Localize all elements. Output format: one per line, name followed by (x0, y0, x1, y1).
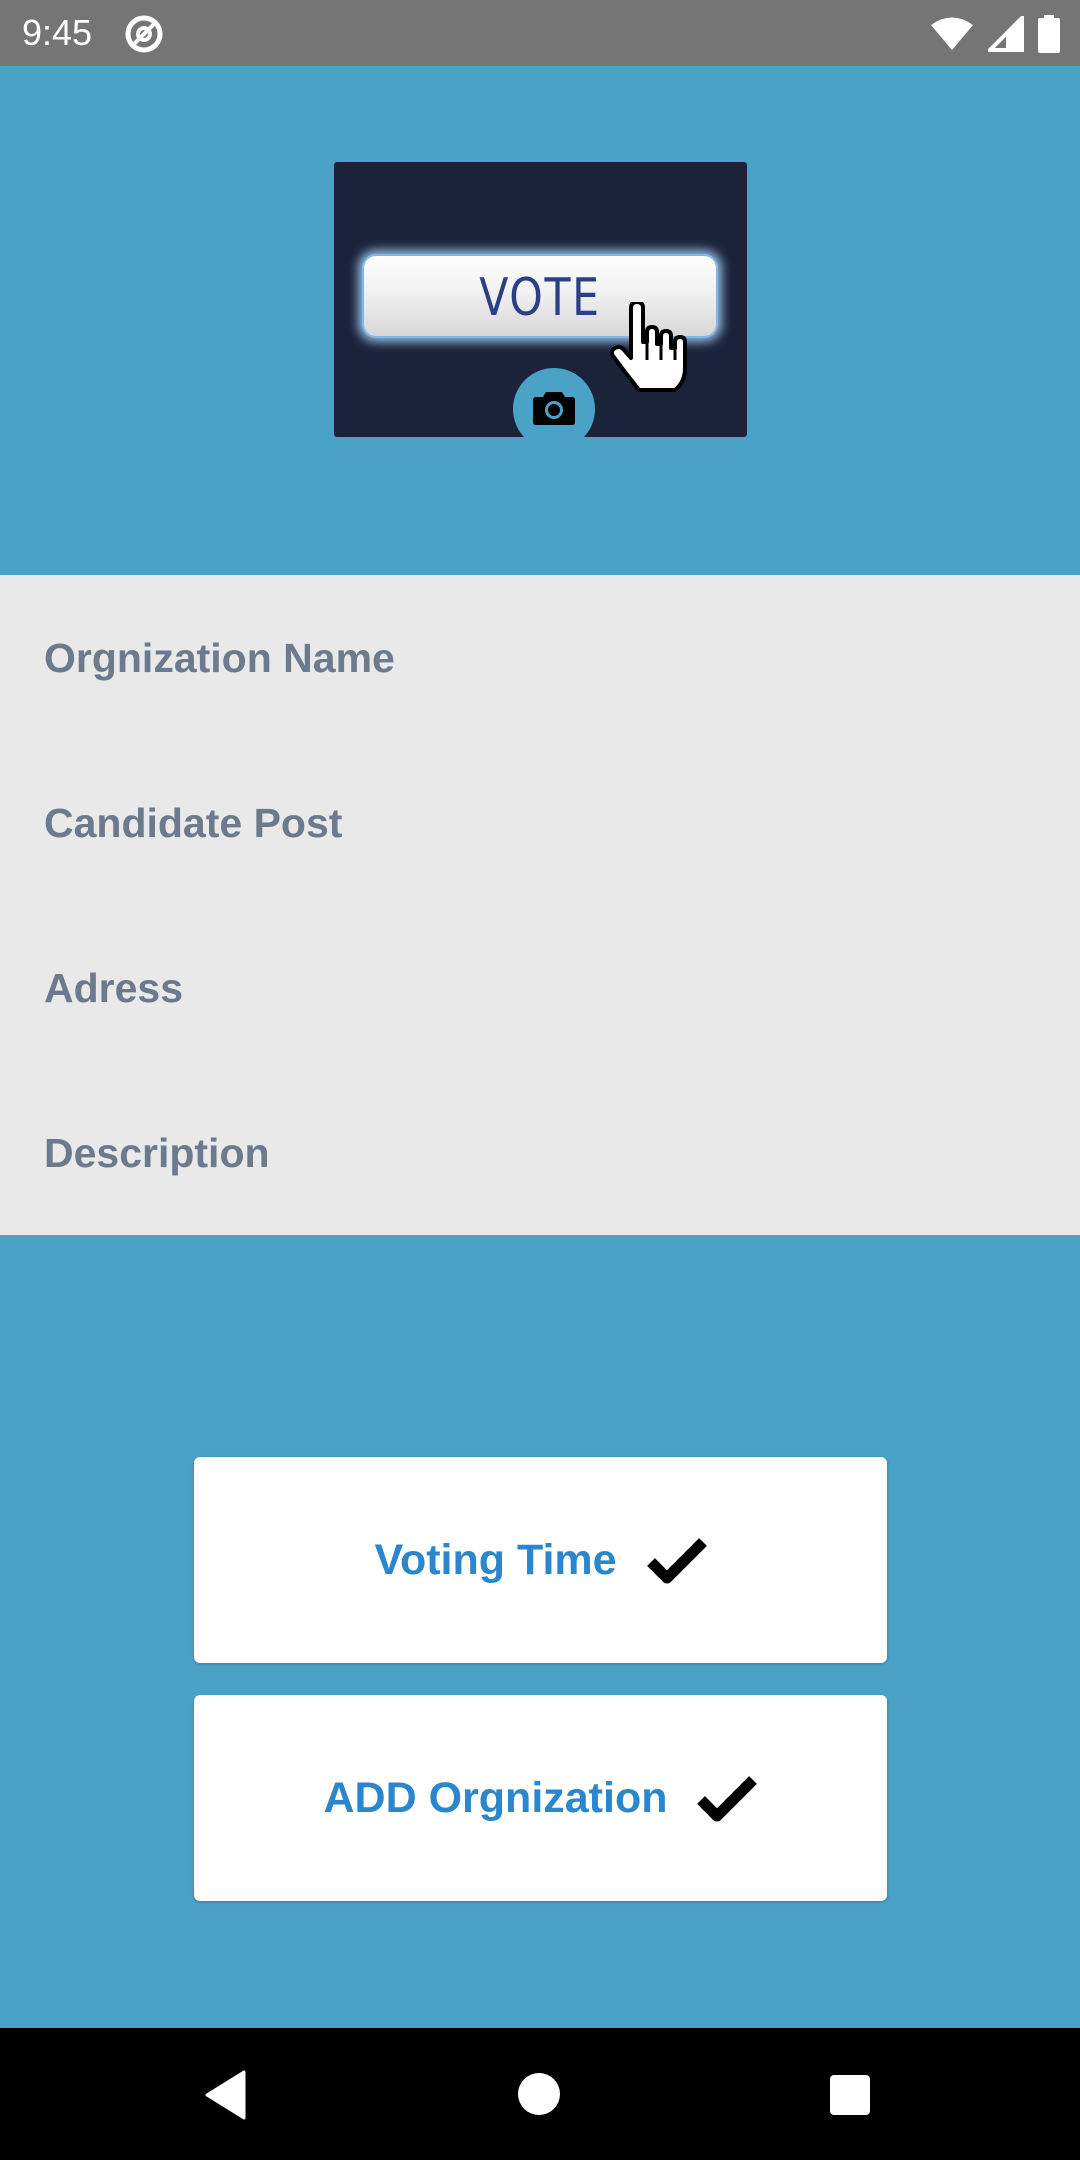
candidate-post-label: Candidate Post (44, 800, 343, 846)
navigation-bar (0, 2028, 1080, 2160)
address-label: Adress (44, 965, 184, 1011)
signal-icon (988, 16, 1024, 52)
add-organization-label: ADD Orgnization (323, 1773, 668, 1822)
back-icon[interactable] (204, 2070, 248, 2120)
voting-time-button[interactable]: Voting Time (194, 1457, 887, 1663)
description-label: Description (44, 1130, 270, 1176)
address-field[interactable]: Adress (0, 905, 1080, 1070)
status-icons (930, 14, 1060, 54)
candidate-post-field[interactable]: Candidate Post (0, 740, 1080, 905)
add-organization-button[interactable]: ADD Orgnization (194, 1695, 887, 1901)
check-icon (646, 1538, 707, 1584)
camera-icon (533, 392, 575, 425)
organization-image[interactable]: VOTE (334, 162, 747, 437)
camera-button[interactable] (513, 368, 595, 437)
at-sign-icon (125, 15, 163, 53)
check-icon (697, 1776, 758, 1822)
organization-form: Orgnization Name Candidate Post Adress D… (0, 575, 1080, 1235)
recents-icon[interactable] (830, 2075, 870, 2115)
wifi-icon (931, 17, 973, 50)
organization-name-field[interactable]: Orgnization Name (0, 575, 1080, 740)
organization-name-label: Orgnization Name (44, 635, 395, 681)
home-icon[interactable] (518, 2073, 560, 2115)
hand-cursor-icon (609, 302, 687, 392)
voting-time-label: Voting Time (374, 1535, 617, 1584)
status-time: 9:45 (22, 12, 93, 53)
status-bar: 9:45 (0, 0, 1080, 66)
description-field[interactable]: Description (0, 1070, 1080, 1235)
header: VOTE (0, 66, 1080, 575)
battery-icon (1038, 15, 1060, 53)
